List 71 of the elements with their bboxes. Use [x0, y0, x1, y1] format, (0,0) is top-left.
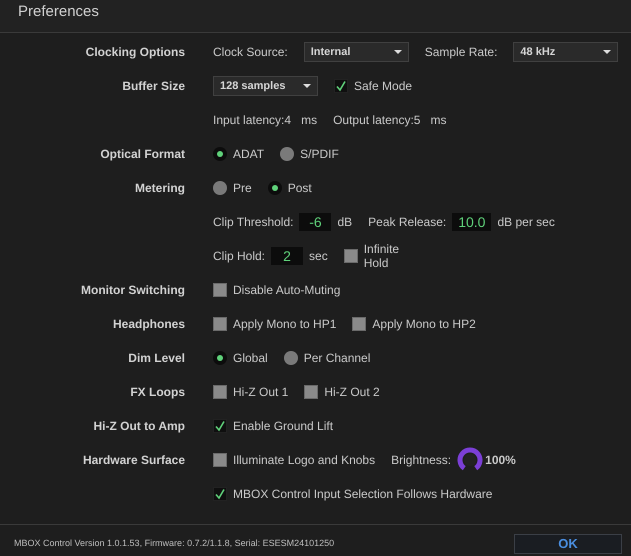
checkbox-label: Hi-Z Out 2	[324, 384, 380, 401]
checkbox-label: Apply Mono to HP2	[372, 316, 476, 333]
field-label: Clock Source:	[213, 44, 288, 61]
field-label: Clip Hold:	[213, 248, 266, 265]
checkbox-label: Enable Ground Lift	[233, 418, 334, 435]
dropdown[interactable]: 128 samples	[213, 76, 318, 96]
caret-icon	[303, 84, 311, 88]
setting-label: Dim Level	[127, 350, 185, 367]
field-label: Peak Release:	[368, 214, 446, 231]
checkbox[interactable]	[213, 487, 227, 501]
checkbox[interactable]	[213, 283, 227, 297]
caret-icon	[394, 50, 402, 54]
ok-button[interactable]: OK	[514, 534, 622, 554]
checkbox-label: Disable Auto-Muting	[233, 282, 340, 299]
window-title: Preferences	[0, 0, 631, 33]
version-info: MBOX Control Version 1.0.1.53, Firmware: 0.7.2/1.1.8, Serial: ESESM24101250	[14, 536, 334, 550]
checkbox[interactable]	[213, 317, 227, 331]
unit-label: ms	[301, 112, 318, 129]
setting-label: Buffer Size	[121, 78, 185, 95]
unit-label: dB	[337, 214, 352, 231]
radio-button[interactable]	[280, 147, 294, 161]
checkbox[interactable]	[213, 453, 227, 467]
checkbox[interactable]	[213, 385, 227, 399]
field-label: Sample Rate:	[424, 44, 498, 61]
checkbox[interactable]	[352, 317, 366, 331]
dropdown[interactable]: Internal	[304, 42, 409, 62]
checkbox[interactable]	[344, 249, 358, 263]
value-field[interactable]: 10.0	[452, 213, 492, 231]
field-label: Output latency:	[333, 112, 414, 129]
caret-icon	[603, 50, 612, 54]
checkbox[interactable]	[334, 79, 348, 93]
radio-label: Per Channel	[304, 350, 370, 367]
value-field[interactable]: 2	[271, 247, 304, 265]
radio-label: Global	[233, 350, 268, 367]
dropdown[interactable]: 48 kHz	[513, 42, 618, 62]
setting-label: Headphones	[112, 316, 185, 333]
checkbox-label: MBOX Control Input Selection Follows Hardware	[233, 486, 492, 503]
setting-label: Hardware Surface	[82, 452, 185, 469]
radio-button[interactable]	[284, 351, 298, 365]
setting-label: Monitor Switching	[80, 282, 185, 299]
knob-value: 100%	[485, 452, 516, 469]
setting-label: FX Loops	[129, 384, 185, 401]
unit-label: sec	[309, 248, 328, 265]
checkbox-label: Apply Mono to HP1	[233, 316, 336, 333]
checkbox-label: Hi-Z Out 1	[233, 384, 288, 401]
field-label: Input latency:	[213, 112, 284, 129]
brightness-knob[interactable]	[457, 447, 484, 473]
setting-label: Metering	[134, 180, 185, 197]
radio-button[interactable]	[213, 147, 227, 161]
setting-label: Clocking Options	[84, 44, 185, 61]
value-field[interactable]: -6	[299, 213, 332, 231]
checkbox[interactable]	[304, 385, 318, 399]
setting-label: Hi-Z Out to Amp	[92, 418, 185, 435]
checkbox[interactable]	[213, 419, 227, 433]
radio-label: Post	[288, 180, 312, 197]
field-label: Clip Threshold:	[213, 214, 294, 231]
latency-value: 4	[284, 112, 292, 129]
unit-label: ms	[430, 112, 446, 129]
radio-label: ADAT	[233, 146, 264, 163]
radio-button[interactable]	[213, 351, 227, 365]
checkbox-label: Infinite Hold	[364, 242, 400, 270]
radio-button[interactable]	[268, 181, 282, 195]
unit-label: dB per sec	[497, 214, 555, 231]
radio-button[interactable]	[213, 181, 227, 195]
checkbox-label: Illuminate Logo and Knobs	[233, 452, 376, 469]
checkbox-label: Safe Mode	[354, 78, 412, 95]
radio-label: S/PDIF	[300, 146, 339, 163]
radio-label: Pre	[233, 180, 252, 197]
setting-label: Optical Format	[99, 146, 185, 163]
latency-value: 5	[414, 112, 420, 129]
field-label: Brightness:	[391, 452, 452, 469]
